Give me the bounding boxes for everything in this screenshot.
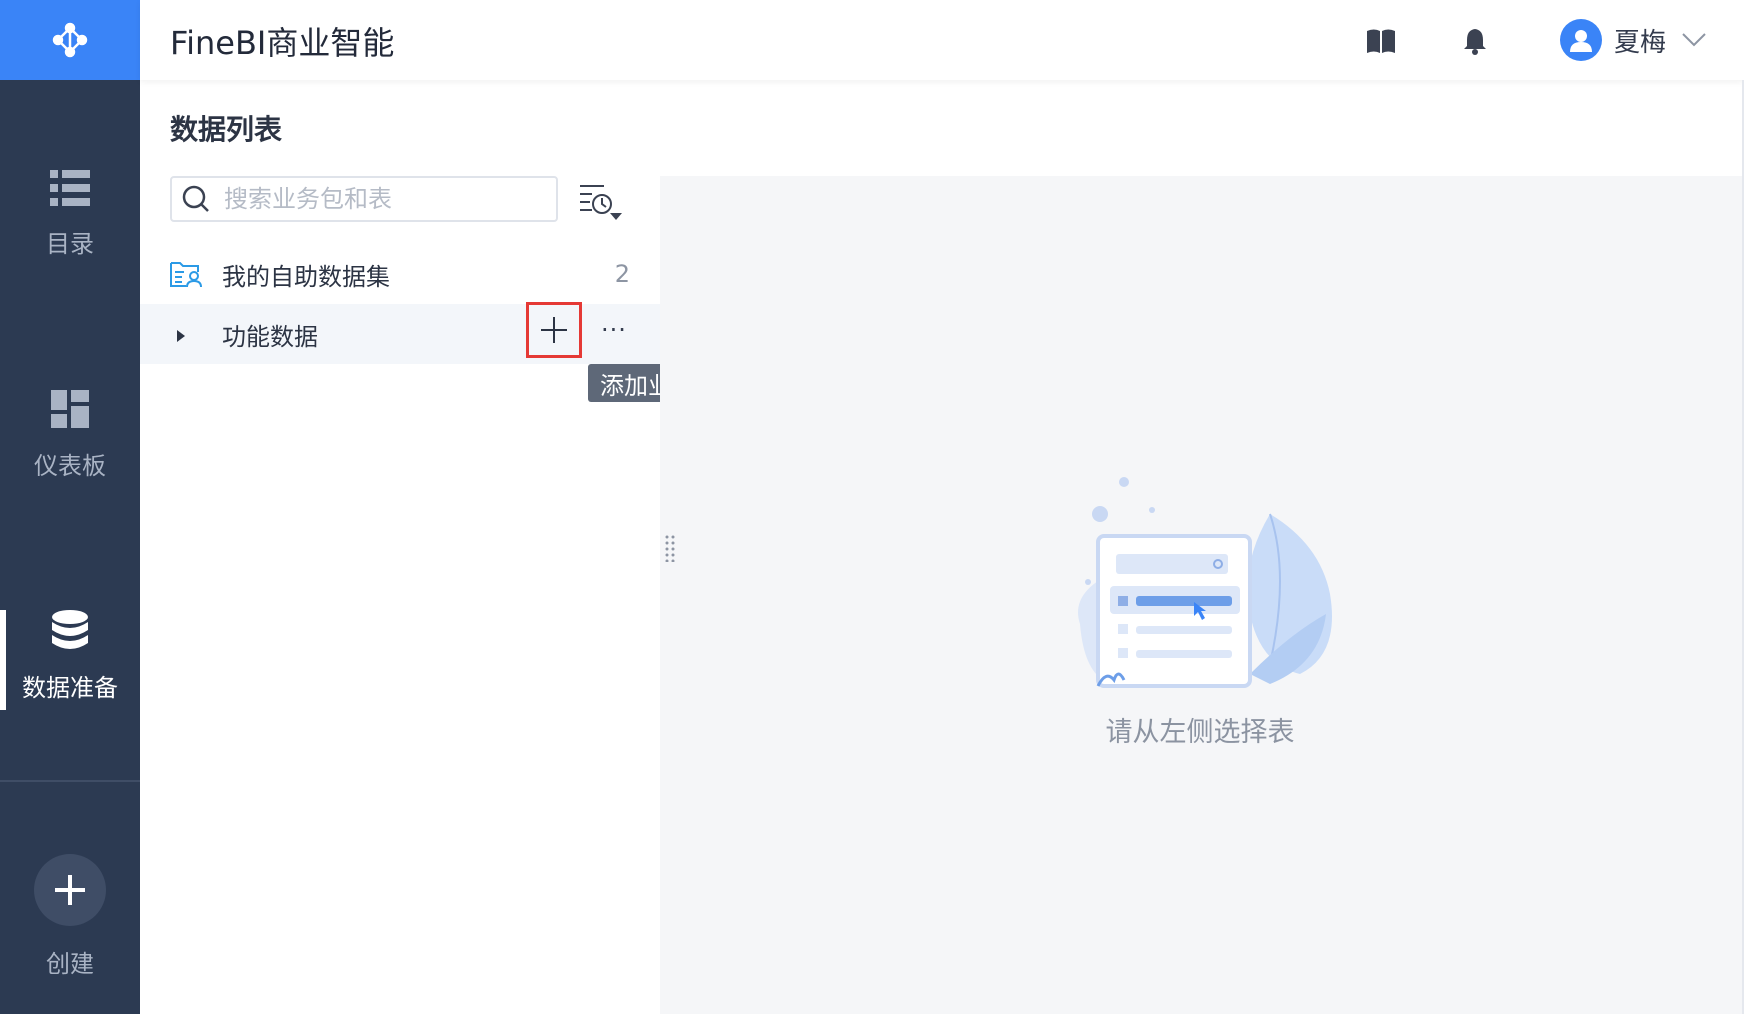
sidebar-divider: [0, 780, 140, 782]
more-options-button[interactable]: ···: [596, 314, 632, 346]
func-data-label: 功能数据: [222, 322, 318, 351]
empty-state-illustration: [1070, 474, 1340, 698]
book-icon: [1367, 29, 1395, 53]
caret-right-icon[interactable]: [176, 328, 186, 347]
plus-icon: [55, 875, 85, 905]
notification-button[interactable]: [1458, 24, 1492, 58]
sidebar-item-label: 数据准备: [22, 674, 118, 702]
sidebar: 目录 仪表板 数据准备 创建: [0, 0, 140, 1014]
sidebar-item-catalog[interactable]: 目录: [0, 170, 140, 270]
user-name: 夏梅: [1614, 27, 1667, 58]
help-book-button[interactable]: [1364, 24, 1398, 58]
search-box[interactable]: [170, 176, 558, 222]
my-dataset-item[interactable]: 我的自助数据集 2: [140, 244, 660, 304]
filter-clock-icon: [580, 185, 622, 220]
create-button[interactable]: [34, 854, 106, 926]
search-icon: [182, 185, 210, 213]
dashboard-icon: [51, 390, 89, 428]
panel-resize-handle[interactable]: [664, 534, 676, 563]
func-data-package[interactable]: 功能数据: [140, 304, 660, 364]
top-header: FineBI商业智能 夏梅: [140, 0, 1744, 80]
panel-title: 数据列表: [170, 113, 283, 146]
list-icon: [50, 170, 90, 206]
chevron-down-icon: [1682, 33, 1706, 47]
search-input[interactable]: [222, 184, 546, 214]
filter-history-button[interactable]: [578, 180, 624, 222]
logo-icon: [52, 22, 88, 58]
app-logo[interactable]: [0, 0, 140, 80]
empty-state-text: 请从左侧选择表: [1105, 717, 1295, 748]
more-options-label: ···: [601, 316, 627, 344]
bell-icon: [1464, 29, 1486, 55]
my-dataset-count: 2: [614, 260, 630, 288]
drag-handle-icon: [665, 535, 675, 563]
sidebar-item-dashboard[interactable]: 仪表板: [0, 390, 140, 490]
sidebar-item-label: 目录: [46, 230, 94, 258]
user-folder-icon: [170, 260, 202, 292]
my-dataset-label: 我的自助数据集: [222, 262, 390, 291]
database-icon: [52, 610, 88, 649]
plus-icon: [541, 317, 567, 343]
add-package-button[interactable]: [526, 302, 582, 358]
sidebar-item-data-prep[interactable]: 数据准备: [0, 610, 140, 710]
create-label: 创建: [46, 950, 94, 978]
app-title: FineBI商业智能: [170, 24, 395, 62]
sidebar-item-label: 仪表板: [34, 452, 106, 480]
user-menu[interactable]: 夏梅: [1560, 18, 1706, 62]
user-avatar-icon: [1560, 19, 1602, 61]
